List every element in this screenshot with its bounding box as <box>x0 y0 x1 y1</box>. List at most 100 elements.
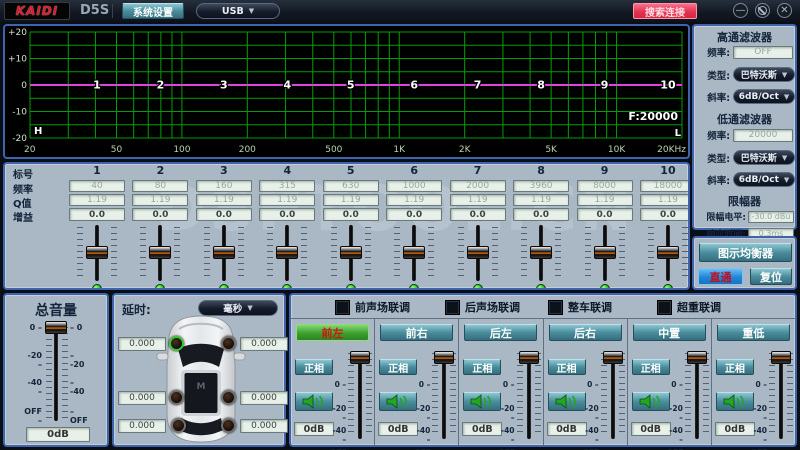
fader-handle[interactable] <box>149 246 171 259</box>
delay-value-front-left[interactable]: 0.000 <box>118 337 166 351</box>
fader-handle[interactable] <box>403 246 425 259</box>
eq-response-graph[interactable]: +20+100-10-2020501002005001K2K5K10K20KHz… <box>3 24 690 159</box>
mute-button-front-right[interactable] <box>379 392 417 411</box>
hp-slope-select[interactable]: 6dB/Oct▼ <box>733 89 795 104</box>
graphic-eq-button[interactable]: 图示均衡器 <box>699 243 792 262</box>
delay-value-rear-right[interactable]: 0.000 <box>240 391 288 405</box>
channel-button-rear-left[interactable]: 后左 <box>464 324 537 341</box>
fader-handle[interactable] <box>340 246 362 259</box>
band-frequency-field[interactable]: 1000 <box>386 180 442 192</box>
band-q-field[interactable]: 1.19 <box>386 194 442 206</box>
band-frequency-field[interactable]: 8000 <box>577 180 633 192</box>
connection-select[interactable]: USB ▼ <box>196 3 280 19</box>
lp-freq-field[interactable]: 20000 <box>733 129 793 142</box>
level-fader-rear-left[interactable]: 0 –-20 –-40 –OFF – <box>503 347 541 443</box>
fader-handle[interactable] <box>519 351 539 364</box>
disconnect-button[interactable] <box>755 3 770 18</box>
fader-handle[interactable] <box>350 351 370 364</box>
reset-button[interactable]: 复位 <box>750 268 792 285</box>
fader-handle[interactable] <box>467 246 489 259</box>
checkbox-rear-stage-link[interactable] <box>445 300 460 315</box>
mute-button-front-left[interactable] <box>295 392 333 411</box>
band-frequency-field[interactable]: 315 <box>259 180 315 192</box>
phase-button-center[interactable]: 正相 <box>632 359 670 375</box>
hp-freq-field[interactable]: OFF <box>733 46 793 59</box>
band-gain-field[interactable]: 0.0 <box>69 208 125 221</box>
band-q-field[interactable]: 1.19 <box>132 194 188 206</box>
band-gain-fader[interactable] <box>265 225 309 281</box>
mute-button-center[interactable] <box>632 392 670 411</box>
band-gain-field[interactable]: 0.0 <box>640 208 690 221</box>
band-gain-fader[interactable] <box>75 225 119 281</box>
fader-handle[interactable] <box>687 351 707 364</box>
band-gain-field[interactable]: 0.0 <box>132 208 188 221</box>
band-frequency-field[interactable]: 2000 <box>450 180 506 192</box>
close-button[interactable]: ✕ <box>777 3 792 18</box>
mute-button-subwoofer[interactable] <box>716 392 754 411</box>
band-frequency-field[interactable]: 18000 <box>640 180 690 192</box>
band-gain-fader[interactable] <box>202 225 246 281</box>
phase-button-rear-right[interactable]: 正相 <box>548 359 586 375</box>
checkbox-front-stage-link[interactable] <box>335 300 350 315</box>
delay-select-center[interactable] <box>171 418 186 433</box>
search-connect-button[interactable]: 搜索连接 <box>633 3 697 19</box>
lp-type-select[interactable]: 巴特沃斯▼ <box>733 150 795 165</box>
band-gain-fader[interactable] <box>329 225 373 281</box>
lp-slope-select[interactable]: 6dB/Oct▼ <box>733 172 795 187</box>
bypass-button[interactable]: 直通 <box>698 268 743 285</box>
fader-handle[interactable] <box>213 246 235 259</box>
delay-value-center[interactable]: 0.000 <box>118 419 166 433</box>
band-q-field[interactable]: 1.19 <box>196 194 252 206</box>
band-q-field[interactable]: 1.19 <box>69 194 125 206</box>
band-gain-fader[interactable] <box>646 225 690 281</box>
master-volume-fader[interactable]: 0 –– 0-20 –– -20-40 –– -40OFF –– OFF <box>22 321 90 425</box>
band-q-field[interactable]: 1.19 <box>640 194 690 206</box>
band-q-field[interactable]: 1.19 <box>259 194 315 206</box>
band-gain-fader[interactable] <box>392 225 436 281</box>
channel-button-rear-right[interactable]: 后右 <box>549 324 622 341</box>
band-gain-field[interactable]: 0.0 <box>386 208 442 221</box>
delay-select-rear-left[interactable] <box>169 390 184 405</box>
system-settings-button[interactable]: 系统设置 <box>122 3 184 19</box>
band-frequency-field[interactable]: 630 <box>323 180 379 192</box>
hp-type-select[interactable]: 巴特沃斯▼ <box>733 67 795 82</box>
band-frequency-field[interactable]: 40 <box>69 180 125 192</box>
delay-select-front-left[interactable] <box>169 336 184 351</box>
channel-button-front-right[interactable]: 前右 <box>380 324 453 341</box>
band-q-field[interactable]: 1.19 <box>323 194 379 206</box>
phase-button-subwoofer[interactable]: 正相 <box>716 359 754 375</box>
band-q-field[interactable]: 1.19 <box>513 194 569 206</box>
band-gain-field[interactable]: 0.0 <box>196 208 252 221</box>
band-gain-fader[interactable] <box>519 225 563 281</box>
band-gain-fader[interactable] <box>138 225 182 281</box>
level-fader-subwoofer[interactable]: 0 –-20 –-40 –OFF – <box>755 347 793 443</box>
band-frequency-field[interactable]: 3960 <box>513 180 569 192</box>
delay-value-rear-left[interactable]: 0.000 <box>118 391 166 405</box>
band-gain-fader[interactable] <box>583 225 627 281</box>
band-gain-field[interactable]: 0.0 <box>450 208 506 221</box>
fader-handle[interactable] <box>86 246 108 259</box>
checkbox-whole-car-link[interactable] <box>548 300 563 315</box>
mute-button-rear-left[interactable] <box>463 392 501 411</box>
delay-select-front-right[interactable] <box>221 336 236 351</box>
fader-handle[interactable] <box>530 246 552 259</box>
band-gain-field[interactable]: 0.0 <box>323 208 379 221</box>
delay-value-front-right[interactable]: 0.000 <box>240 337 288 351</box>
channel-button-subwoofer[interactable]: 重低 <box>717 324 790 341</box>
band-gain-field[interactable]: 0.0 <box>259 208 315 221</box>
band-q-field[interactable]: 1.19 <box>577 194 633 206</box>
minimize-button[interactable]: — <box>733 3 748 18</box>
band-frequency-field[interactable]: 80 <box>132 180 188 192</box>
checkbox-subwoofer-link[interactable] <box>657 300 672 315</box>
channel-button-center[interactable]: 中置 <box>633 324 706 341</box>
mute-button-rear-right[interactable] <box>548 392 586 411</box>
level-fader-front-left[interactable]: 0 –-20 –-40 –OFF – <box>334 347 372 443</box>
limiter-level-field[interactable]: -30.0 dBu <box>748 211 794 223</box>
fader-handle[interactable] <box>276 246 298 259</box>
fader-handle[interactable] <box>657 246 679 259</box>
level-fader-front-right[interactable]: 0 –-20 –-40 –OFF – <box>418 347 456 443</box>
delay-select-rear-right[interactable] <box>221 390 236 405</box>
delay-select-subwoofer[interactable] <box>221 418 236 433</box>
band-q-field[interactable]: 1.19 <box>450 194 506 206</box>
fader-handle[interactable] <box>434 351 454 364</box>
